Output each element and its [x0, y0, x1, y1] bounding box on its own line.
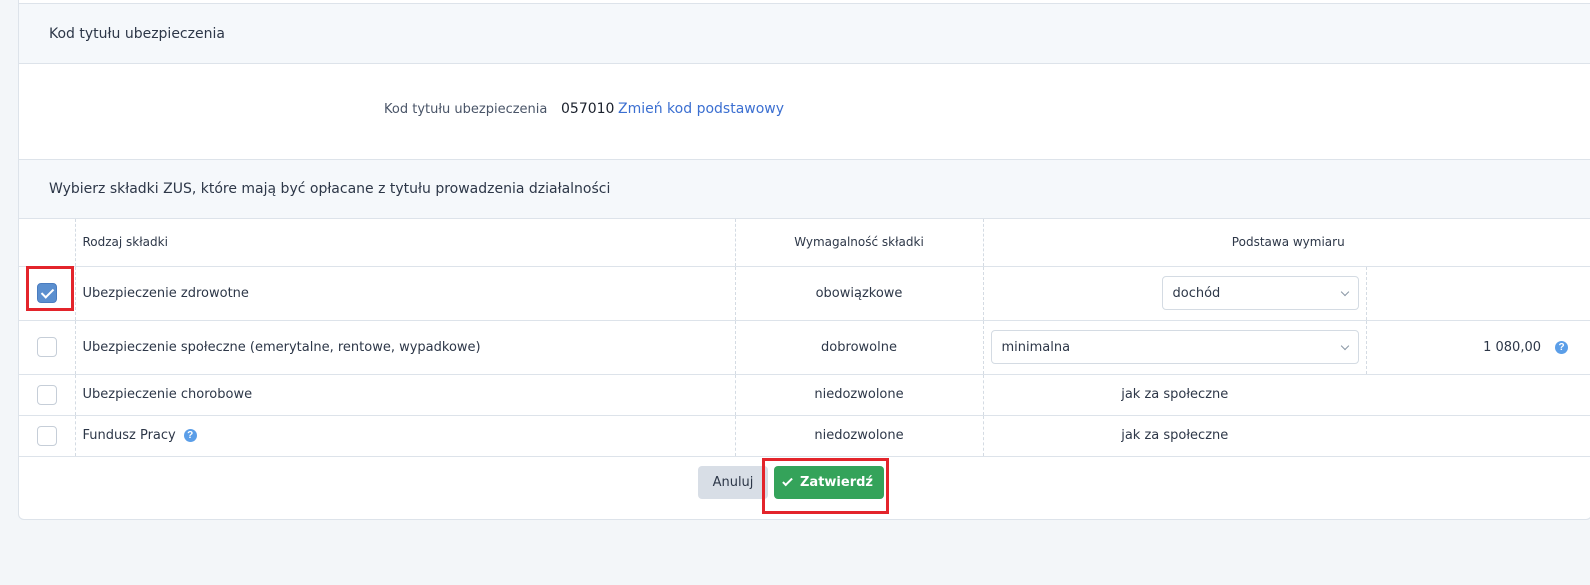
column-header-type: Rodzaj składki	[75, 219, 736, 267]
contribution-requirement: niedozwolone	[735, 374, 984, 416]
column-header-basis: Podstawa wymiaru	[983, 219, 1590, 267]
section-title-zus-contributions: Wybierz składki ZUS, które mają być opła…	[19, 159, 1590, 219]
check-icon	[782, 475, 793, 486]
basis-select-social[interactable]: minimalna	[990, 330, 1359, 364]
help-icon[interactable]: ?	[183, 429, 197, 442]
basis-amount	[1366, 266, 1590, 321]
table-row: Ubezpieczenie zdrowotne obowiązkowe doch…	[19, 266, 1590, 321]
contribution-name-cell: Fundusz Pracy?	[75, 415, 736, 457]
column-header-requirement: Wymagalność składki	[735, 219, 984, 267]
basis-select-value: dochód	[1172, 285, 1221, 301]
basis-select-value: minimalna	[1001, 339, 1071, 355]
insurance-code-row: Kod tytułu ubezpieczenia 057010 Zmień ko…	[19, 64, 1590, 159]
table-row: Ubezpieczenie chorobowe niedozwolone jak…	[19, 374, 1590, 416]
contribution-name: Ubezpieczenie chorobowe	[75, 374, 736, 416]
basis-text: jak za społeczne	[983, 374, 1590, 416]
confirm-button-label: Zatwierdź	[800, 475, 873, 490]
table-row: Fundusz Pracy? niedozwolone jak za społe…	[19, 415, 1590, 457]
insurance-code-label: Kod tytułu ubezpieczenia	[384, 102, 548, 117]
checkbox-sickness-insurance[interactable]	[36, 384, 57, 405]
checkbox-health-insurance[interactable]	[36, 283, 57, 303]
chevron-down-icon	[1340, 341, 1349, 350]
contribution-requirement: dobrowolne	[735, 320, 984, 375]
contribution-name: Ubezpieczenie zdrowotne	[75, 266, 736, 321]
contribution-requirement: niedozwolone	[735, 415, 984, 457]
confirm-button[interactable]: Zatwierdź	[774, 466, 884, 499]
basis-amount-value: 1 080,00	[1483, 339, 1541, 355]
contribution-name: Fundusz Pracy	[82, 428, 176, 443]
checkbox-social-insurance[interactable]	[36, 337, 57, 357]
basis-amount: 1 080,00?	[1366, 320, 1590, 375]
zus-card: Kod tytułu ubezpieczenia Kod tytułu ubez…	[18, 0, 1590, 520]
contributions-table: Rodzaj składki Wymagalność składki Podst…	[19, 219, 1590, 457]
help-icon[interactable]: ?	[1555, 340, 1568, 354]
contribution-name: Ubezpieczenie społeczne (emerytalne, ren…	[75, 320, 736, 375]
basis-text: jak za społeczne	[983, 415, 1590, 457]
change-code-link[interactable]: Zmień kod podstawowy	[618, 101, 784, 117]
cancel-button[interactable]: Anuluj	[698, 466, 768, 499]
contribution-requirement: obowiązkowe	[735, 266, 984, 321]
section-title-insurance-code: Kod tytułu ubezpieczenia	[19, 3, 1590, 64]
insurance-code-value: 057010	[561, 101, 615, 117]
table-header-row: Rodzaj składki Wymagalność składki Podst…	[19, 219, 1590, 267]
chevron-down-icon	[1340, 287, 1349, 296]
checkbox-labour-fund[interactable]	[36, 425, 57, 446]
table-row: Ubezpieczenie społeczne (emerytalne, ren…	[19, 320, 1590, 375]
basis-select-health[interactable]: dochód	[1161, 276, 1359, 310]
